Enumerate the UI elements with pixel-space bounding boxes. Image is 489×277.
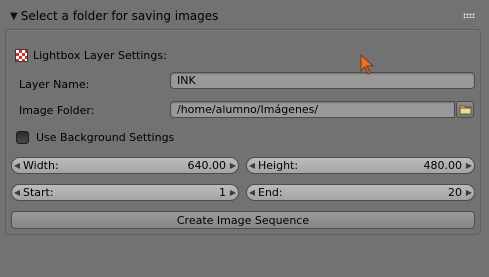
end-field[interactable]: ◀ End: 20 ▶ — [246, 184, 475, 201]
section-header: Lightbox Layer Settings: — [15, 49, 167, 62]
end-label: End: — [258, 186, 283, 199]
layer-name-field[interactable]: INK — [170, 72, 475, 89]
use-background-checkbox[interactable] — [16, 131, 29, 144]
layer-name-row: Layer Name: — [19, 78, 89, 91]
browse-folder-button[interactable] — [456, 101, 474, 118]
image-folder-field[interactable]: /home/alumno/Imágenes/ — [170, 101, 455, 118]
section-label: Lightbox Layer Settings: — [33, 49, 167, 62]
decrement-arrow-icon[interactable]: ◀ — [247, 188, 257, 197]
increment-arrow-icon[interactable]: ▶ — [464, 161, 474, 170]
image-folder-row: Image Folder: — [19, 104, 94, 117]
layer-name-value: INK — [177, 74, 196, 87]
increment-arrow-icon[interactable]: ▶ — [228, 161, 238, 170]
width-value: 640.00 — [187, 159, 227, 172]
image-folder-value: /home/alumno/Imágenes/ — [177, 103, 319, 116]
width-label: Width: — [23, 159, 59, 172]
lightbox-panel: Lightbox Layer Settings: Layer Name: INK… — [5, 29, 481, 235]
start-field[interactable]: ◀ Start: 1 ▶ — [11, 184, 239, 201]
layer-name-label: Layer Name: — [19, 78, 90, 91]
triangle-down-icon[interactable]: ▼ — [10, 11, 18, 22]
image-folder-label: Image Folder: — [19, 104, 95, 117]
height-field[interactable]: ◀ Height: 480.00 ▶ — [246, 157, 475, 174]
checker-icon — [15, 49, 28, 62]
decrement-arrow-icon[interactable]: ◀ — [12, 161, 22, 170]
decrement-arrow-icon[interactable]: ◀ — [247, 161, 257, 170]
start-value: 1 — [219, 186, 226, 199]
panel-title: Select a folder for saving images — [20, 9, 219, 23]
create-button-label: Create Image Sequence — [176, 213, 310, 227]
decrement-arrow-icon[interactable]: ◀ — [12, 188, 22, 197]
folder-icon — [459, 105, 471, 115]
use-background-label: Use Background Settings — [36, 131, 175, 144]
end-value: 20 — [448, 186, 462, 199]
height-value: 480.00 — [423, 159, 463, 172]
start-label: Start: — [23, 186, 54, 199]
panel-header[interactable]: ▼ Select a folder for saving images — [5, 4, 483, 28]
increment-arrow-icon[interactable]: ▶ — [464, 188, 474, 197]
use-background-row[interactable]: Use Background Settings — [16, 131, 174, 144]
width-field[interactable]: ◀ Width: 640.00 ▶ — [11, 157, 239, 174]
height-label: Height: — [258, 159, 299, 172]
mouse-pointer-icon — [360, 54, 375, 75]
increment-arrow-icon[interactable]: ▶ — [228, 188, 238, 197]
drag-grip-icon[interactable] — [463, 13, 475, 18]
create-image-sequence-button[interactable]: Create Image Sequence — [11, 211, 475, 229]
